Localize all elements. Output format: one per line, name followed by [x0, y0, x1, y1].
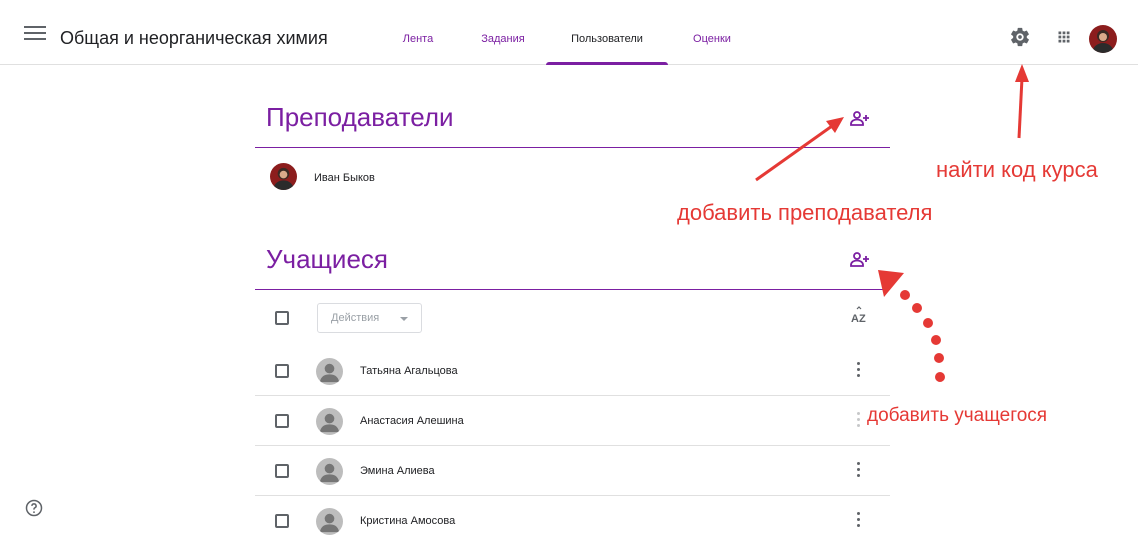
add-student-button[interactable]: [848, 248, 872, 272]
teachers-heading: Преподаватели: [266, 102, 454, 132]
apps-grid-icon[interactable]: [1053, 26, 1075, 48]
help-icon[interactable]: [24, 498, 44, 518]
more-vertical-icon[interactable]: [853, 362, 863, 382]
more-vertical-icon[interactable]: [853, 512, 863, 532]
teachers-divider: [255, 147, 890, 148]
annotation-add-student: добавить учащегося: [867, 405, 1048, 426]
actions-dropdown[interactable]: Действия: [317, 303, 422, 333]
person-icon: [316, 358, 343, 385]
student-checkbox[interactable]: [275, 364, 289, 378]
add-person-icon: [850, 111, 869, 126]
sort-az-icon[interactable]: AZ: [848, 306, 872, 328]
students-divider: [255, 289, 890, 290]
annotation-add-teacher: добавить преподавателя: [677, 200, 933, 225]
student-name: Кристина Амосова: [360, 515, 456, 527]
student-name: Анастасия Алешина: [360, 415, 464, 427]
more-vertical-icon[interactable]: [853, 462, 863, 482]
teacher-name: Иван Быков: [314, 172, 375, 184]
account-avatar[interactable]: [1089, 25, 1117, 53]
top-app-bar: Общая и неорганическая химия Лента Задан…: [0, 0, 1138, 65]
student-row[interactable]: Кристина Амосова: [255, 496, 890, 546]
select-all-checkbox[interactable]: [275, 311, 289, 325]
student-name: Татьяна Агальцова: [360, 365, 458, 377]
annotation-course-code: найти код курса: [936, 157, 1098, 182]
student-checkbox[interactable]: [275, 414, 289, 428]
gear-icon[interactable]: [1009, 26, 1031, 48]
person-icon: [316, 508, 343, 535]
menu-icon[interactable]: [24, 26, 46, 40]
add-teacher-button[interactable]: [848, 107, 872, 131]
course-title[interactable]: Общая и неорганическая химия: [60, 28, 328, 49]
students-heading: Учащиеся: [266, 244, 388, 274]
tab-grades[interactable]: Оценки: [689, 0, 735, 64]
more-vertical-icon[interactable]: [853, 412, 863, 432]
actions-label: Действия: [331, 312, 380, 324]
student-name: Эмина Алиева: [360, 465, 435, 477]
tab-stream[interactable]: Лента: [401, 0, 435, 64]
chevron-down-icon: [400, 317, 408, 321]
person-icon: [316, 408, 343, 435]
student-row[interactable]: Анастасия Алешина: [255, 396, 890, 446]
sort-az-text: AZ: [851, 313, 866, 325]
add-person-icon: [850, 252, 869, 267]
student-checkbox[interactable]: [275, 464, 289, 478]
student-row[interactable]: Татьяна Агальцова: [255, 346, 890, 396]
tab-classwork[interactable]: Задания: [478, 0, 528, 64]
avatar: [270, 163, 297, 190]
student-checkbox[interactable]: [275, 514, 289, 528]
tab-people[interactable]: Пользователи: [546, 0, 668, 65]
person-icon: [316, 458, 343, 485]
student-row[interactable]: Эмина Алиева: [255, 446, 890, 496]
